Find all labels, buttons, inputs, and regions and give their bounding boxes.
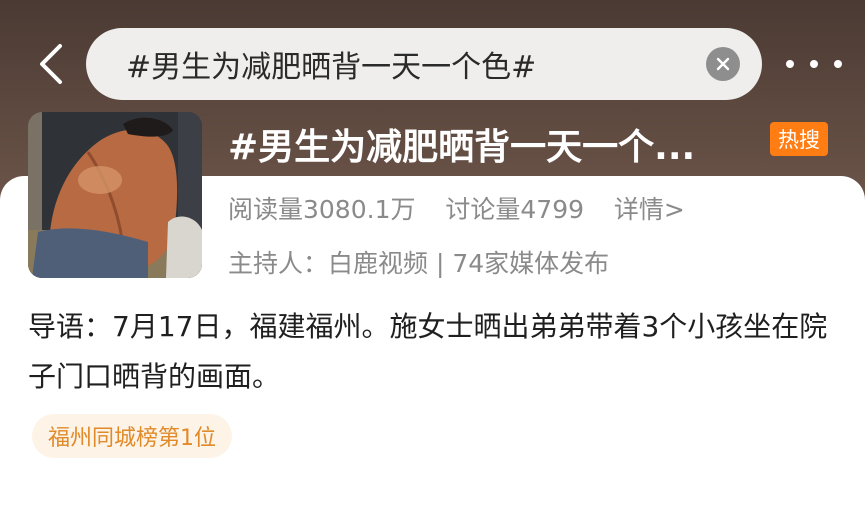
chevron-left-icon — [40, 44, 62, 84]
more-dot-icon — [786, 60, 794, 68]
host-info: 主持人：白鹿视频 | 74家媒体发布 — [228, 244, 609, 280]
more-dot-icon — [834, 60, 842, 68]
topic-stats: 阅读量3080.1万 讨论量4799 详情> — [228, 190, 685, 226]
back-button[interactable] — [28, 40, 72, 88]
discussion-count: 讨论量4799 — [445, 195, 585, 224]
more-dot-icon — [810, 60, 818, 68]
city-rank-tag[interactable]: 福州同城榜第1位 — [32, 414, 232, 458]
host-separator: | — [428, 249, 453, 278]
hot-search-badge: 热搜 — [770, 122, 828, 156]
search-bar[interactable]: #男生为减肥晒背一天一个色# — [86, 28, 762, 100]
thumbnail-image — [28, 112, 202, 278]
read-count: 阅读量3080.1万 — [228, 195, 416, 224]
topic-intro: 导语：7月17日，福建福州。施女士晒出弟弟带着3个小孩坐在院子门口晒背的画面。 — [28, 310, 828, 393]
close-icon — [716, 57, 730, 71]
topic-thumbnail[interactable] — [28, 112, 202, 278]
media-count: 74家媒体发布 — [452, 249, 610, 278]
details-link[interactable]: 详情> — [614, 195, 685, 224]
clear-search-button[interactable] — [706, 47, 740, 81]
topic-title: #男生为减肥晒背一天一个... — [228, 127, 696, 168]
host-name[interactable]: 白鹿视频 — [328, 249, 428, 278]
search-input[interactable]: #男生为减肥晒背一天一个色# — [126, 42, 706, 86]
host-label: 主持人： — [228, 249, 329, 278]
more-options-button[interactable] — [786, 46, 842, 82]
